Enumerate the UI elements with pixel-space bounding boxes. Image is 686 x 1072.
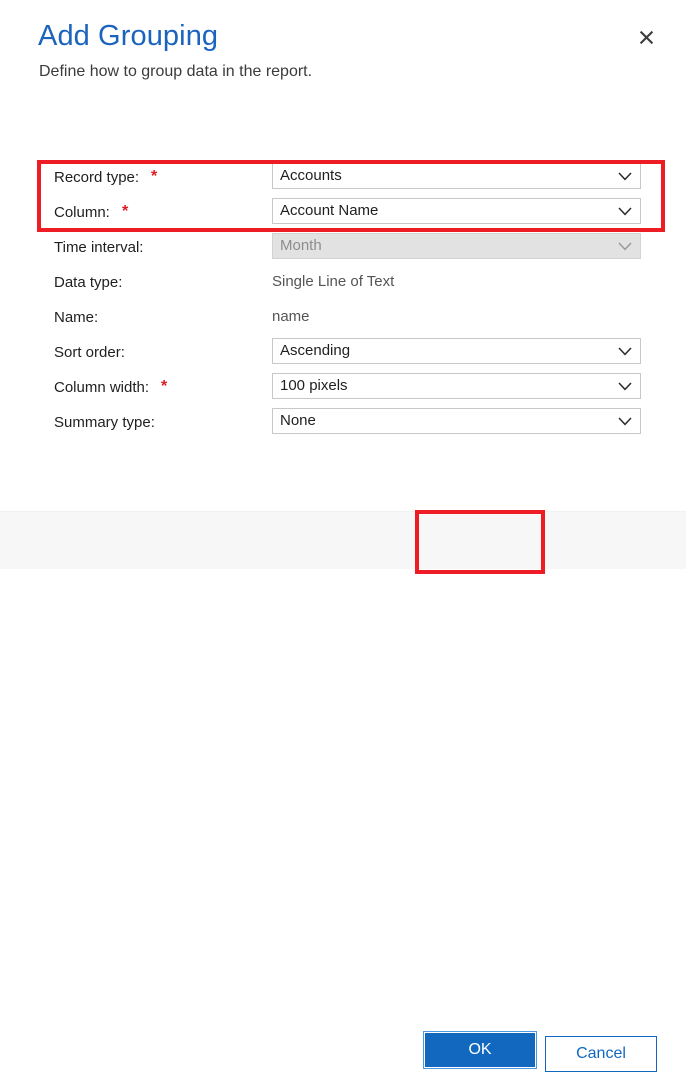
required-marker-column: * [122, 203, 129, 220]
dialog-header: Add Grouping Define how to group data in… [0, 0, 686, 110]
field-label-name: Name: [54, 309, 99, 326]
dropdown-value-time-interval: Month [280, 237, 322, 254]
chevron-down-icon [618, 374, 632, 398]
cancel-button[interactable]: Cancel [545, 1036, 657, 1072]
page-title: Add Grouping [38, 20, 219, 52]
dropdown-summary-type[interactable]: None [272, 408, 641, 434]
form-row-sort-order: Sort order: Ascending [0, 335, 686, 370]
form-row-column-width: Column width: * 100 pixels [0, 370, 686, 405]
chevron-down-icon [618, 164, 632, 188]
dropdown-record-type[interactable]: Accounts [272, 163, 641, 189]
dropdown-value-record-type: Accounts [280, 167, 342, 184]
static-value-data-type: Single Line of Text [272, 273, 395, 290]
required-marker-record-type: * [151, 168, 158, 185]
static-value-name: name [272, 308, 310, 325]
dialog-footer: OK Cancel [0, 511, 686, 1072]
dropdown-value-summary-type: None [280, 412, 316, 429]
field-label-column-width: Column width: [54, 379, 150, 396]
field-label-summary-type: Summary type: [54, 414, 155, 431]
form-row-record-type: Record type: * Accounts [0, 160, 686, 195]
close-button[interactable] [631, 22, 661, 52]
chevron-down-icon [618, 199, 632, 223]
form-row-column: Column: * Account Name [0, 195, 686, 230]
dropdown-column[interactable]: Account Name [272, 198, 641, 224]
field-label-sort-order: Sort order: [54, 344, 125, 361]
form-row-summary-type: Summary type: None [0, 405, 686, 440]
dropdown-column-width[interactable]: 100 pixels [272, 373, 641, 399]
field-label-record-type: Record type: [54, 169, 140, 186]
field-label-time-interval: Time interval: [54, 239, 144, 256]
required-marker-column-width: * [161, 378, 168, 395]
dropdown-value-column-width: 100 pixels [280, 377, 348, 394]
chevron-down-icon [618, 409, 632, 433]
dropdown-sort-order[interactable]: Ascending [272, 338, 641, 364]
close-icon [639, 30, 654, 45]
dialog-subtitle: Define how to group data in the report. [39, 63, 313, 80]
chevron-down-icon [618, 339, 632, 363]
dropdown-value-column: Account Name [280, 202, 379, 219]
grouping-form: Record type: * Accounts Column: * Account Nam… [0, 160, 686, 460]
form-row-time-interval: Time interval: Month [0, 230, 686, 265]
field-label-data-type: Data type: [54, 274, 123, 291]
form-row-data-type: Data type: Single Line of Text [0, 265, 686, 300]
ok-button[interactable]: OK [423, 1031, 537, 1069]
add-grouping-dialog: Add Grouping Define how to group data in… [0, 0, 686, 1072]
field-label-column: Column: [54, 204, 110, 221]
dropdown-time-interval: Month [272, 233, 641, 259]
form-row-name: Name: name [0, 300, 686, 335]
chevron-down-icon [618, 234, 632, 258]
dropdown-value-sort-order: Ascending [280, 342, 351, 359]
